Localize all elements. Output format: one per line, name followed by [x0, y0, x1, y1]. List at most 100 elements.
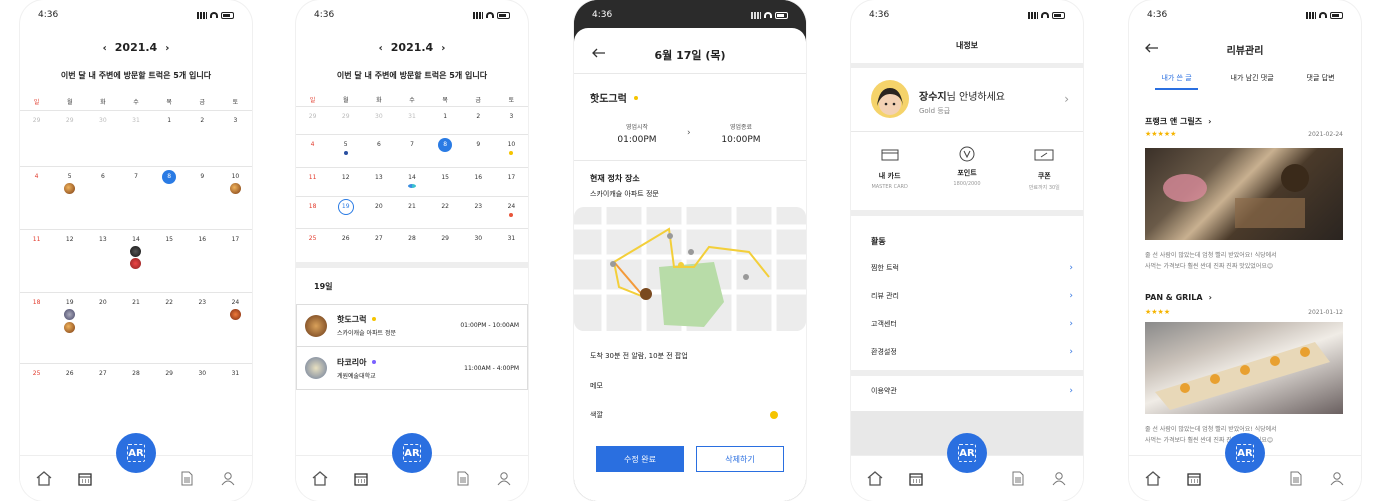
selected-day[interactable]: 8: [438, 138, 453, 152]
prev-month-button[interactable]: ‹: [379, 43, 383, 54]
day-cell[interactable]: 31: [495, 229, 528, 262]
document-tab[interactable]: [1286, 469, 1306, 489]
day-cell[interactable]: 19: [329, 197, 362, 228]
day-cell[interactable]: 24: [219, 293, 252, 363]
day-cell[interactable]: 5: [53, 167, 86, 229]
day-cell[interactable]: 31: [395, 107, 428, 134]
day-cell[interactable]: 26: [329, 229, 362, 262]
home-tab[interactable]: [865, 469, 885, 489]
day-cell[interactable]: 4: [20, 167, 53, 229]
day-cell[interactable]: 11: [296, 168, 329, 196]
day-cell[interactable]: 22: [153, 293, 186, 363]
calendar-tab[interactable]: [906, 469, 926, 489]
day-cell[interactable]: 30: [362, 107, 395, 134]
menu-item-settings[interactable]: 환경설정 ›: [871, 347, 1073, 357]
day-cell[interactable]: 22: [429, 197, 462, 228]
ar-button[interactable]: AR: [392, 433, 432, 473]
coupon-stat[interactable]: 쿠폰 만료까지 30일: [1009, 146, 1079, 191]
card-stat[interactable]: 내 카드 MASTER CARD: [855, 146, 925, 191]
color-picker[interactable]: [770, 411, 778, 419]
day-cell[interactable]: 23: [462, 197, 495, 228]
memo-field[interactable]: 메모: [590, 381, 603, 391]
menu-item-reviews[interactable]: 리뷰 관리 ›: [871, 291, 1073, 301]
day-cell[interactable]: 19: [53, 293, 86, 363]
ar-button[interactable]: AR: [1225, 433, 1265, 473]
document-tab[interactable]: [177, 469, 197, 489]
calendar-tab[interactable]: [75, 469, 95, 489]
save-button[interactable]: 수정 완료: [596, 446, 684, 472]
calendar-tab[interactable]: [1184, 469, 1204, 489]
day-cell[interactable]: 6: [362, 135, 395, 167]
tab-my-comments[interactable]: 내가 남긴 댓글: [1231, 73, 1274, 90]
prev-month-button[interactable]: ‹: [103, 43, 107, 54]
day-cell[interactable]: 12: [53, 230, 86, 292]
day-cell[interactable]: 29: [296, 107, 329, 134]
day-cell[interactable]: 15: [429, 168, 462, 196]
day-cell[interactable]: 31: [219, 364, 252, 413]
day-cell[interactable]: 30: [462, 229, 495, 262]
day-cell[interactable]: 12: [329, 168, 362, 196]
day-cell[interactable]: 29: [153, 364, 186, 413]
menu-item-terms[interactable]: 이용약관 ›: [871, 386, 1073, 396]
list-item[interactable]: 핫도그럭 스카이캐슬 아파트 정문 01:00PM - 10:00AM: [297, 305, 527, 347]
day-cell[interactable]: 1: [429, 107, 462, 134]
next-month-button[interactable]: ›: [441, 43, 445, 54]
day-cell[interactable]: 17: [219, 230, 252, 292]
day-cell[interactable]: 28: [395, 229, 428, 262]
day-cell[interactable]: 14: [395, 168, 428, 196]
selected-day[interactable]: 8: [162, 170, 177, 184]
tab-my-posts[interactable]: 내가 쓴 글: [1155, 73, 1198, 90]
next-month-button[interactable]: ›: [165, 43, 169, 54]
day-cell[interactable]: 31: [119, 111, 152, 166]
profile-tab[interactable]: [494, 469, 514, 489]
list-item[interactable]: 타코리아 계원예술대학교 11:00AM - 4:00PM: [297, 347, 527, 389]
day-cell[interactable]: 24: [495, 197, 528, 228]
day-cell[interactable]: 25: [296, 229, 329, 262]
day-cell[interactable]: 11: [20, 230, 53, 292]
day-cell[interactable]: 21: [395, 197, 428, 228]
today-day[interactable]: 19: [337, 199, 354, 215]
day-cell[interactable]: 8: [153, 167, 186, 229]
document-tab[interactable]: [1008, 469, 1028, 489]
menu-item-support[interactable]: 고객센터 ›: [871, 319, 1073, 329]
profile-tab[interactable]: [218, 469, 238, 489]
day-cell[interactable]: 26: [53, 364, 86, 413]
day-cell[interactable]: 2: [186, 111, 219, 166]
day-cell[interactable]: 4: [296, 135, 329, 167]
day-cell[interactable]: 7: [395, 135, 428, 167]
day-cell[interactable]: 17: [495, 168, 528, 196]
location-map[interactable]: [574, 207, 806, 331]
day-cell[interactable]: 28: [119, 364, 152, 413]
day-cell[interactable]: 15: [153, 230, 186, 292]
home-tab[interactable]: [1143, 469, 1163, 489]
day-cell[interactable]: 29: [429, 229, 462, 262]
day-cell[interactable]: 13: [362, 168, 395, 196]
day-cell[interactable]: 21: [119, 293, 152, 363]
delete-button[interactable]: 삭제하기: [696, 446, 784, 472]
day-cell[interactable]: 27: [362, 229, 395, 262]
day-cell[interactable]: 16: [186, 230, 219, 292]
day-cell[interactable]: 9: [186, 167, 219, 229]
day-cell[interactable]: 30: [186, 364, 219, 413]
tab-replies[interactable]: 댓글 답변: [1307, 73, 1335, 90]
day-cell[interactable]: 7: [119, 167, 152, 229]
day-cell[interactable]: 29: [329, 107, 362, 134]
day-cell[interactable]: 29: [20, 111, 53, 166]
day-cell[interactable]: 18: [296, 197, 329, 228]
profile-tab[interactable]: [1327, 469, 1347, 489]
day-cell[interactable]: 20: [86, 293, 119, 363]
day-cell[interactable]: 27: [86, 364, 119, 413]
day-cell[interactable]: 25: [20, 364, 53, 413]
home-tab[interactable]: [34, 469, 54, 489]
ar-button[interactable]: AR: [947, 433, 987, 473]
day-cell[interactable]: 3: [495, 107, 528, 134]
calendar-tab[interactable]: [351, 469, 371, 489]
chevron-right-icon[interactable]: ›: [1064, 92, 1069, 106]
start-time-block[interactable]: 영업시작 01:00PM: [602, 122, 672, 145]
day-cell[interactable]: 13: [86, 230, 119, 292]
day-cell[interactable]: 20: [362, 197, 395, 228]
day-cell[interactable]: 1: [153, 111, 186, 166]
review-truck-name[interactable]: 프랭크 앤 그릴즈 ›: [1145, 116, 1211, 127]
ar-button[interactable]: AR: [116, 433, 156, 473]
document-tab[interactable]: [453, 469, 473, 489]
